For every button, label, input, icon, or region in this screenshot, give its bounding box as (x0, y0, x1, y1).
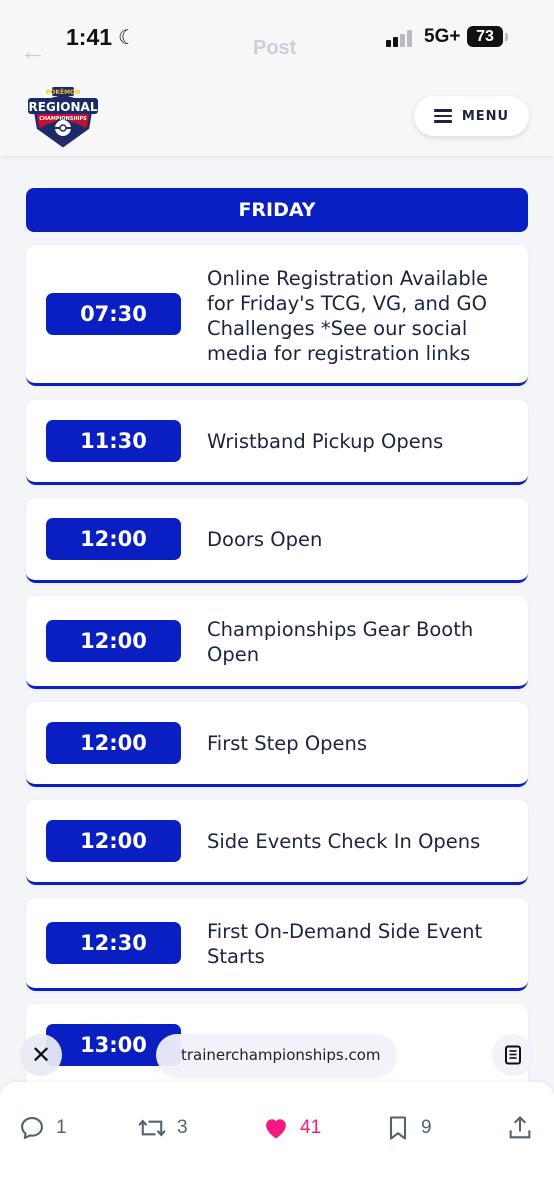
battery-icon: 73 (467, 26, 503, 47)
schedule-item: 11:30 Wristband Pickup Opens (26, 400, 528, 485)
event-title: Online Registration Available for Friday… (207, 267, 489, 365)
event-title: Championships Gear Booth Open (207, 618, 474, 666)
schedule-item: 12:00 Championships Gear Booth Open (26, 596, 528, 689)
like-button[interactable]: 41 (262, 1112, 321, 1144)
event-title: First Step Opens (207, 732, 368, 755)
time-badge: 12:00 (46, 820, 181, 862)
time-badge: 07:30 (46, 293, 181, 335)
network-type: 5G+ (424, 26, 461, 47)
like-count: 41 (300, 1117, 322, 1138)
menu-button[interactable]: MENU (414, 96, 529, 136)
bookmark-button[interactable]: 9 (385, 1112, 432, 1144)
schedule-item: 07:30 Online Registration Available for … (26, 245, 528, 386)
reader-mode-button[interactable] (492, 1034, 534, 1076)
back-arrow-icon[interactable]: ← (20, 36, 46, 67)
schedule-item: 12:00 First Step Opens (26, 702, 528, 787)
logo-text-main: REGIONAL (29, 100, 98, 114)
event-title: Side Events Check In Opens (207, 830, 481, 853)
hamburger-icon (433, 109, 452, 123)
time-badge: 12:00 (46, 620, 181, 662)
event-title: Doors Open (207, 528, 323, 551)
time-badge: 11:30 (46, 420, 181, 462)
day-header: FRIDAY (26, 188, 528, 232)
status-time: 1:41 (66, 24, 113, 50)
repost-count: 3 (177, 1117, 188, 1138)
heart-icon (266, 1119, 286, 1139)
time-badge: 12:00 (46, 518, 181, 560)
bookmark-icon (389, 1116, 407, 1140)
regional-championships-logo[interactable]: POKÉMON REGIONAL CHAMPIONSHIPS (26, 84, 100, 148)
logo-text-top: POKÉMON (46, 88, 80, 96)
event-title: Wristband Pickup Opens (207, 430, 444, 453)
battery-tip (505, 33, 508, 41)
repost-icon (138, 1119, 166, 1137)
signal-icon (386, 30, 416, 47)
reply-icon (21, 1117, 43, 1139)
schedule-item: 12:00 Side Events Check In Opens (26, 800, 528, 885)
post-title: Post (253, 37, 297, 59)
bookmark-count: 9 (421, 1117, 432, 1138)
moon-icon: ☾ (118, 25, 136, 49)
reply-button[interactable]: 1 (18, 1112, 67, 1144)
time-badge: 12:00 (46, 722, 181, 764)
close-browser-button[interactable]: ✕ (20, 1034, 62, 1076)
repost-button[interactable]: 3 (137, 1112, 188, 1144)
logo-text-bottom: CHAMPIONSHIPS (39, 116, 87, 122)
menu-label: MENU (461, 108, 510, 124)
reply-count: 1 (56, 1117, 67, 1138)
close-icon: ✕ (30, 1041, 52, 1069)
share-icon (509, 1116, 531, 1139)
schedule-item: 12:00 Doors Open (26, 498, 528, 583)
schedule-item: 12:30 First On-Demand Side Event Starts (26, 898, 528, 991)
share-button[interactable] (506, 1112, 534, 1144)
time-badge: 12:30 (46, 922, 181, 964)
url-bar[interactable]: trainerchampionships.com (156, 1034, 396, 1076)
event-title: First On-Demand Side Event Starts (207, 920, 483, 968)
reader-icon (505, 1045, 521, 1065)
